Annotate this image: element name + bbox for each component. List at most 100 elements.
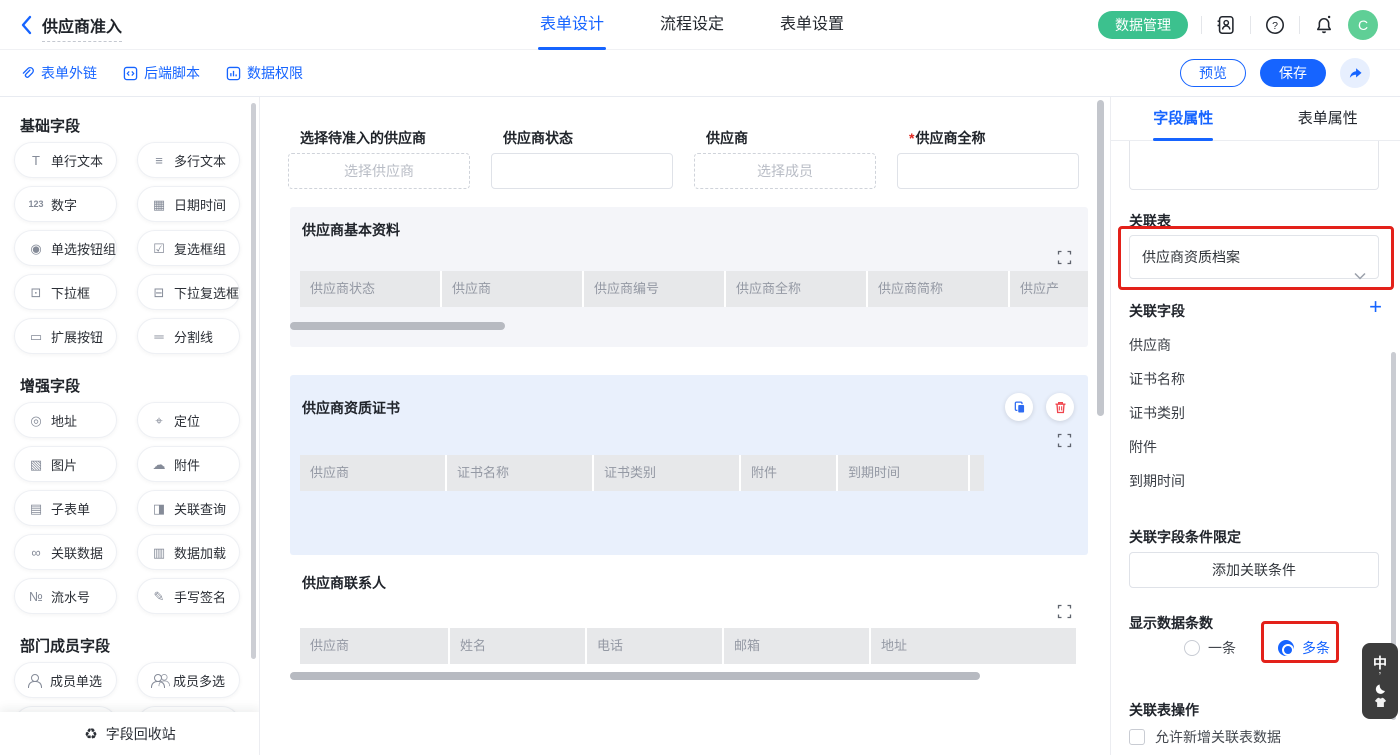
column-header[interactable]: 邮箱 [724,628,869,664]
field-item-number[interactable]: 123数字 [14,186,117,222]
data-manage-button[interactable]: 数据管理 [1098,11,1188,39]
field-item-subform[interactable]: ▤子表单 [14,490,117,526]
field-item-data-loading[interactable]: ▥数据加载 [137,534,240,570]
data-permission-link[interactable]: 数据权限 [226,63,303,83]
subtable-supplier-certificates[interactable]: 供应商资质证书 供应商 证 [290,375,1088,555]
user-avatar[interactable]: C [1348,10,1378,40]
ime-status-widget[interactable]: 中 ʼ [1362,643,1398,719]
dropdown-icon: ⊡ [28,286,44,299]
field-item-dropdown[interactable]: ⊡下拉框 [14,274,117,310]
canvas-field-supplier-status[interactable]: 供应商状态 [491,129,673,189]
field-item-extend-button[interactable]: ▭扩展按钮 [14,318,117,354]
tab-form-design[interactable]: 表单设计 [540,0,604,50]
expand-icon[interactable] [1057,604,1072,619]
field-item-single-line-text[interactable]: T单行文本 [14,142,117,178]
column-header[interactable]: 供应商 [300,628,448,664]
field-item-related-data[interactable]: ∞关联数据 [14,534,117,570]
sidebar-scrollbar[interactable] [251,103,256,659]
field-item-member-multi[interactable]: 成员多选 [137,662,240,698]
related-field-item[interactable]: 证书名称 [1129,369,1185,389]
expand-icon[interactable] [1057,433,1072,448]
field-item-handwritten-signature[interactable]: ✎手写签名 [137,578,240,614]
horizontal-scrollbar[interactable] [290,672,980,680]
column-header[interactable]: 地址 [871,628,1076,664]
add-condition-button[interactable]: 添加关联条件 [1129,552,1379,588]
field-item-image[interactable]: ▧图片 [14,446,117,482]
field-item-radio-group[interactable]: ◉单选按钮组 [14,230,117,266]
field-input[interactable] [491,153,673,189]
column-header[interactable]: 电话 [587,628,722,664]
multi-line-text-icon: ≡ [151,154,167,167]
contacts-book-button[interactable] [1215,14,1237,36]
tab-field-properties[interactable]: 字段属性 [1111,97,1256,140]
subtable-supplier-contacts[interactable]: 供应商联系人 供应商 姓名 电话 邮箱 地址 [290,563,1088,755]
backend-script-link[interactable]: 后端脚本 [123,63,200,83]
field-item-multi-line-text[interactable]: ≡多行文本 [137,142,240,178]
canvas-field-supplier[interactable]: 供应商 选择成员 [694,129,876,189]
column-header[interactable]: 证书类别 [594,455,739,491]
tab-flow-setting[interactable]: 流程设定 [660,0,724,50]
column-header[interactable]: 供应商全称 [726,271,866,307]
top-header: 供应商准入 表单设计 流程设定 表单设置 数据管理 [0,0,1400,50]
copy-button[interactable] [1005,393,1033,421]
header-actions: 数据管理 ? [1098,0,1378,50]
field-recycle-bin[interactable]: ♻ 字段回收站 [0,712,260,755]
field-input[interactable] [897,153,1079,189]
field-item-member-single[interactable]: 成员单选 [14,662,117,698]
column-header-clipped[interactable]: 供应产 [1010,271,1088,307]
column-header[interactable]: 到期时间 [838,455,968,491]
tab-form-setting[interactable]: 表单设置 [780,0,844,50]
radio-one-record[interactable]: 一条 [1184,638,1236,658]
delete-button[interactable] [1046,393,1074,421]
share-button[interactable] [1340,58,1370,88]
field-item-attachment[interactable]: ☁附件 [137,446,240,482]
divider [1250,16,1251,34]
column-header-empty[interactable] [970,455,984,491]
related-table-select[interactable]: 供应商资质档案 [1129,235,1379,279]
form-external-link[interactable]: 表单外链 [20,63,97,83]
field-item-multi-dropdown[interactable]: ⊟下拉复选框 [137,274,240,310]
column-header[interactable]: 供应商编号 [584,271,724,307]
field-item-related-query[interactable]: ◨关联查询 [137,490,240,526]
column-header[interactable]: 供应商简称 [868,271,1008,307]
related-field-item[interactable]: 证书类别 [1129,403,1185,423]
canvas-field-select-supplier[interactable]: 选择待准入的供应商 选择供应商 [288,129,470,189]
locate-icon: ⌖ [151,414,167,427]
column-header[interactable]: 供应商 [300,455,445,491]
horizontal-scrollbar[interactable] [290,322,505,330]
subtable-title: 供应商资质证书 [302,398,400,418]
related-field-item[interactable]: 附件 [1129,437,1157,457]
field-item-serial-number[interactable]: №流水号 [14,578,117,614]
canvas-field-supplier-fullname[interactable]: *供应商全称 [897,129,1079,189]
expand-icon[interactable] [1057,250,1072,265]
field-item-locate[interactable]: ⌖定位 [137,402,240,438]
help-button[interactable]: ? [1264,14,1286,36]
back-button[interactable] [20,15,34,35]
ime-punctuation-indicator: ʼ [1379,672,1381,682]
column-header[interactable]: 供应商 [442,271,582,307]
field-item-checkbox-group[interactable]: ☑复选框组 [137,230,240,266]
field-member-picker[interactable]: 选择成员 [694,153,876,189]
add-related-field-button[interactable]: + [1369,296,1382,318]
column-header[interactable]: 供应商状态 [300,271,440,307]
field-item-datetime[interactable]: ▦日期时间 [137,186,240,222]
related-field-item[interactable]: 到期时间 [1129,471,1185,491]
tab-form-properties[interactable]: 表单属性 [1256,97,1400,140]
form-title[interactable]: 供应商准入 [42,13,122,42]
preview-button[interactable]: 预览 [1180,59,1246,87]
radio-multiple-records[interactable]: 多条 [1278,638,1330,658]
subtable-supplier-basic-info[interactable]: 供应商基本资料 供应商状态 供应商 供应商编号 供应商全称 供应商简称 供应产 [290,207,1088,347]
image-icon: ▧ [28,458,44,471]
notification-button[interactable] [1313,14,1335,36]
field-picker[interactable]: 选择供应商 [288,153,470,189]
canvas-vertical-scrollbar[interactable] [1097,100,1104,416]
field-item-divider-line[interactable]: ═分割线 [137,318,240,354]
field-item-address[interactable]: ◎地址 [14,402,117,438]
scrolled-input-partial[interactable] [1129,141,1379,190]
save-button[interactable]: 保存 [1260,59,1326,87]
column-header[interactable]: 证书名称 [447,455,592,491]
related-field-item[interactable]: 供应商 [1129,335,1171,355]
allow-add-related-data-checkbox[interactable]: 允许新增关联表数据 [1129,727,1281,747]
column-header[interactable]: 附件 [741,455,836,491]
column-header[interactable]: 姓名 [450,628,585,664]
